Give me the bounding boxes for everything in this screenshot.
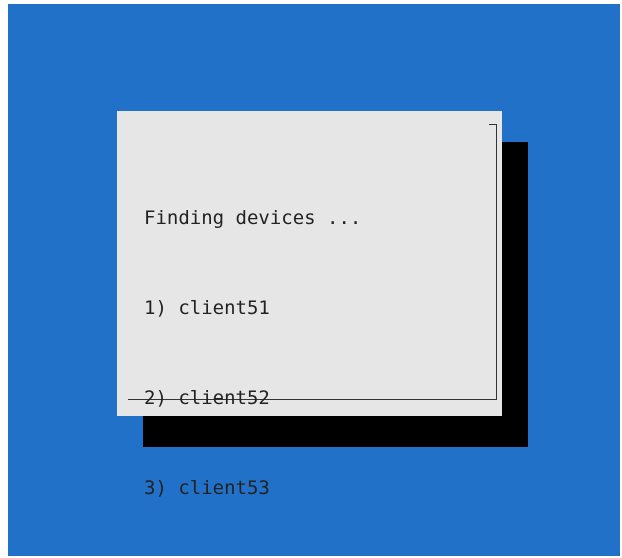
dialog-content: Finding devices ... 1) client51 2) clien… xyxy=(144,143,361,533)
device-list-item[interactable]: 1) client51 xyxy=(144,293,361,323)
status-text: Finding devices ... xyxy=(144,207,362,229)
device-list-item[interactable]: 3) client53 xyxy=(144,473,361,503)
dialog-border-right xyxy=(496,124,497,400)
device-list-item[interactable]: 2) client52 xyxy=(144,383,361,413)
